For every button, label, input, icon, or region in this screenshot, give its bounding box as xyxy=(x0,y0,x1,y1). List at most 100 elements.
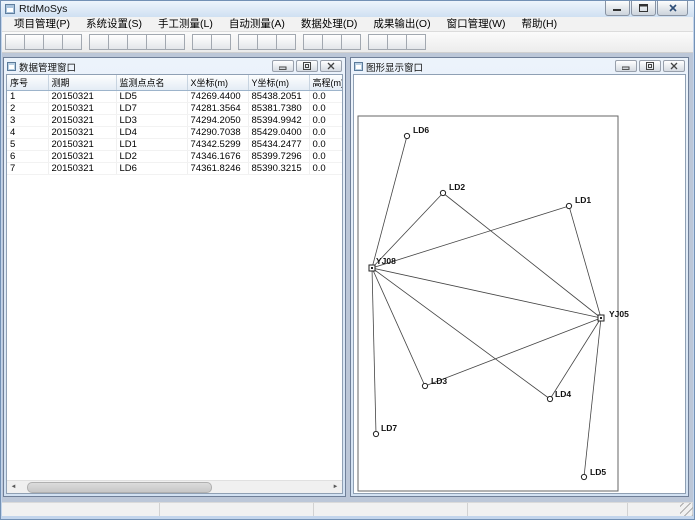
node-LD1[interactable] xyxy=(566,203,571,208)
table-row[interactable]: 220150321LD774281.356485381.73800.0 xyxy=(7,102,343,114)
node-LD2[interactable] xyxy=(440,190,445,195)
table-cell: 1 xyxy=(7,90,48,102)
column-header[interactable]: 高程(m) xyxy=(309,75,343,90)
toolbar-button[interactable] xyxy=(211,34,231,50)
toolbar-button[interactable] xyxy=(322,34,342,50)
graphics-window-title: 图形显示窗口 xyxy=(366,60,423,74)
node-center-dot xyxy=(600,317,602,319)
table-cell: LD6 xyxy=(116,162,187,174)
data-restore-button[interactable] xyxy=(296,60,318,72)
toolbar-button[interactable] xyxy=(5,34,25,50)
data-window: 数据管理窗口 序号测期监测点点名X坐标(m)Y坐标(m)高程(m) 1 201503… xyxy=(3,57,346,497)
toolbar-button[interactable] xyxy=(146,34,166,50)
table-row[interactable]: 120150321LD574269.440085438.20510.0 xyxy=(7,90,343,102)
toolbar-button[interactable] xyxy=(165,34,185,50)
titlebar: RtdMoSys xyxy=(1,1,694,17)
toolbar-button[interactable] xyxy=(303,34,323,50)
scrollbar-track[interactable] xyxy=(20,481,329,494)
toolbar-button[interactable] xyxy=(127,34,147,50)
node-LD4[interactable] xyxy=(547,396,552,401)
column-header[interactable]: X坐标(m) xyxy=(187,75,248,90)
table-cell: 74346.1676 xyxy=(187,150,248,162)
minimize-button[interactable] xyxy=(605,1,630,16)
toolbar-button[interactable] xyxy=(276,34,296,50)
scroll-right-arrow[interactable]: ► xyxy=(329,481,342,494)
toolbar-button[interactable] xyxy=(24,34,44,50)
node-LD7[interactable] xyxy=(373,431,378,436)
table-cell: 0.0 xyxy=(309,90,343,102)
menu-item-system-settings[interactable]: 系统设置(S) xyxy=(78,17,150,31)
toolbar-button[interactable] xyxy=(62,34,82,50)
graph-minimize-button[interactable] xyxy=(615,60,637,72)
graphics-window-titlebar[interactable]: 图形显示窗口 xyxy=(353,60,686,73)
horizontal-scrollbar[interactable]: ◄ ► xyxy=(7,480,342,493)
menu-item-auto-measure[interactable]: 自动测量(A) xyxy=(221,17,293,31)
node-LD6[interactable] xyxy=(404,133,409,138)
table-cell: 0.0 xyxy=(309,114,343,126)
resize-grip-icon[interactable] xyxy=(680,503,693,516)
app-window: RtdMoSys 项目管理(P) 系统设置(S) 手工测量(L) 自动测量(A)… xyxy=(0,0,695,520)
minimize-icon xyxy=(622,57,630,75)
table-cell: 74269.4400 xyxy=(187,90,248,102)
node-LD3[interactable] xyxy=(422,383,427,388)
toolbar-button[interactable] xyxy=(43,34,63,50)
node-label-LD4: LD4 xyxy=(555,389,571,399)
table-cell: LD3 xyxy=(116,114,187,126)
scrollbar-thumb[interactable] xyxy=(27,482,212,493)
table-cell: 20150321 xyxy=(48,150,116,162)
column-header[interactable]: 测期 xyxy=(48,75,116,90)
toolbar-button[interactable] xyxy=(108,34,128,50)
maximize-button[interactable] xyxy=(631,1,656,16)
data-close-button[interactable] xyxy=(320,60,342,72)
table-cell: LD1 xyxy=(116,138,187,150)
toolbar-button[interactable] xyxy=(238,34,258,50)
node-LD5[interactable] xyxy=(581,474,586,479)
data-window-titlebar[interactable]: 数据管理窗口 xyxy=(6,60,343,73)
table-row[interactable]: 320150321LD374294.205085394.99420.0 xyxy=(7,114,343,126)
table-row[interactable]: 620150321LD274346.167685399.72960.0 xyxy=(7,150,343,162)
graph-close-button[interactable] xyxy=(663,60,685,72)
column-header[interactable]: Y坐标(m) xyxy=(248,75,309,90)
menu-item-window-management[interactable]: 窗口管理(W) xyxy=(439,17,514,31)
table-cell: 0.0 xyxy=(309,126,343,138)
edge-YJ08-LD3 xyxy=(372,268,425,386)
data-minimize-button[interactable] xyxy=(272,60,294,72)
toolbar-button[interactable] xyxy=(406,34,426,50)
table-cell: 74342.5299 xyxy=(187,138,248,150)
column-header[interactable]: 序号 xyxy=(7,75,48,90)
edge-YJ08-LD6 xyxy=(372,136,407,268)
scroll-left-arrow[interactable]: ◄ xyxy=(7,481,20,494)
table-cell: 6 xyxy=(7,150,48,162)
menu-item-manual-measure[interactable]: 手工测量(L) xyxy=(150,17,221,31)
table-row[interactable]: 720150321LD674361.824685390.32150.0 xyxy=(7,162,343,174)
graph-restore-button[interactable] xyxy=(639,60,661,72)
menu-item-data-processing[interactable]: 数据处理(D) xyxy=(293,17,366,31)
table-cell: LD5 xyxy=(116,90,187,102)
menu-item-help[interactable]: 帮助(H) xyxy=(514,17,566,31)
toolbar-group-4 xyxy=(303,34,360,50)
toolbar-group-0 xyxy=(5,34,81,50)
menu-item-project-management[interactable]: 项目管理(P) xyxy=(6,17,78,31)
table-cell: 0.0 xyxy=(309,102,343,114)
graphics-canvas[interactable]: LD6LD2LD1YJ08YJ05LD3LD4LD7LD5 xyxy=(353,74,686,494)
close-button[interactable] xyxy=(657,1,688,16)
toolbar-button[interactable] xyxy=(89,34,109,50)
table-cell: 85394.9942 xyxy=(248,114,309,126)
table-cell: 3 xyxy=(7,114,48,126)
menu-item-result-output[interactable]: 成果输出(O) xyxy=(365,17,438,31)
window-icon xyxy=(354,62,363,71)
table-row[interactable]: 520150321LD174342.529985434.24770.0 xyxy=(7,138,343,150)
table-cell: 85390.3215 xyxy=(248,162,309,174)
toolbar-button[interactable] xyxy=(387,34,407,50)
toolbar-button[interactable] xyxy=(341,34,361,50)
column-header[interactable]: 监测点点名 xyxy=(116,75,187,90)
toolbar-button[interactable] xyxy=(192,34,212,50)
toolbar-button[interactable] xyxy=(368,34,388,50)
table-row[interactable]: 420150321LD474290.703885429.04000.0 xyxy=(7,126,343,138)
close-icon xyxy=(670,57,678,75)
status-pane-1 xyxy=(160,503,314,516)
toolbar-group-3 xyxy=(238,34,295,50)
status-pane-2 xyxy=(314,503,468,516)
edge-YJ05-LD2 xyxy=(443,193,601,318)
toolbar-button[interactable] xyxy=(257,34,277,50)
